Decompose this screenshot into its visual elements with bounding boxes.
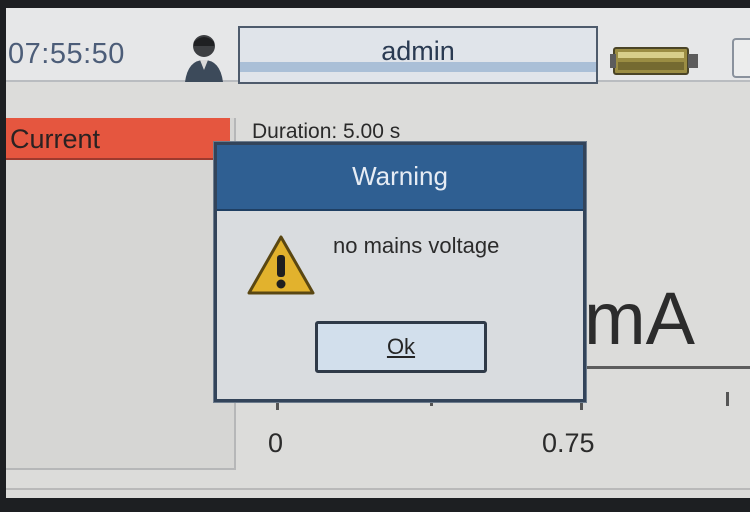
- ok-button-label: Ok: [386, 334, 416, 359]
- dialog-title: Warning: [352, 161, 448, 191]
- ok-button[interactable]: Ok: [315, 321, 487, 373]
- warning-icon: [247, 235, 315, 295]
- warning-dialog: Warning no mains voltage Ok: [214, 142, 586, 402]
- dialog-header: Warning: [217, 145, 583, 211]
- dialog-message: no mains voltage: [333, 233, 500, 258]
- modal-overlay: Warning no mains voltage Ok: [0, 0, 750, 512]
